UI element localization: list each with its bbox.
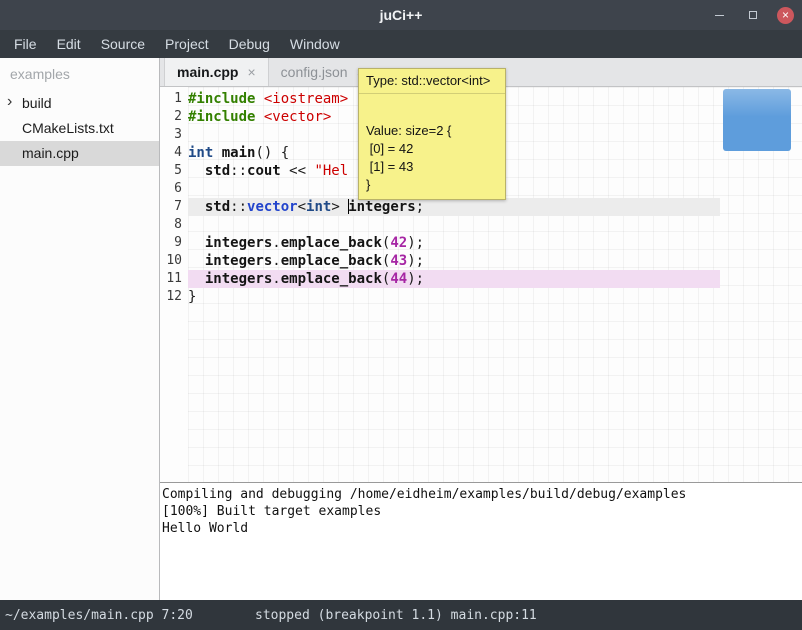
titlebar: juCi++ × <box>0 0 802 30</box>
tab-label: config.json <box>281 64 348 80</box>
close-button[interactable]: × <box>777 7 794 24</box>
line-number: 8 <box>160 216 188 234</box>
tab-main.cpp[interactable]: main.cpp × <box>164 58 269 86</box>
tree-item-label: CMakeLists.txt <box>22 120 114 136</box>
tree-item-build[interactable]: › build <box>0 91 159 116</box>
line-number: 1 <box>160 90 188 108</box>
code-text: integers.emplace_back(44); <box>188 270 720 288</box>
app-window: juCi++ × FileEditSourceProjectDebugWindo… <box>0 0 802 630</box>
code-text <box>188 216 720 234</box>
expander-icon[interactable]: › <box>7 93 12 111</box>
editor-line-8[interactable]: 8 <box>160 216 720 234</box>
close-icon: × <box>782 9 789 21</box>
terminal-line: Hello World <box>162 520 800 537</box>
tooltip-value-line: [0] = 42 <box>366 140 498 158</box>
menu-debug[interactable]: Debug <box>219 31 280 57</box>
menubar: FileEditSourceProjectDebugWindow <box>0 30 802 58</box>
code-text: integers.emplace_back(43); <box>188 252 720 270</box>
tree-item-label: build <box>22 95 52 111</box>
tooltip-value-line: [1] = 43 <box>366 158 498 176</box>
line-number: 12 <box>160 288 188 306</box>
tree-item-main.cpp[interactable]: main.cpp <box>0 141 159 166</box>
status-file-location: ~/examples/main.cpp 7:20 <box>0 608 193 623</box>
sidebar: examples › build CMakeLists.txt main.cpp <box>0 58 160 600</box>
tooltip-type-text: Type: std::vector<int> <box>359 69 505 94</box>
status-debug-state: stopped (breakpoint 1.1) main.cpp:11 <box>255 608 537 623</box>
minimize-icon <box>715 15 724 16</box>
menu-file[interactable]: File <box>4 31 47 57</box>
line-number: 7 <box>160 198 188 216</box>
editor-pane: main.cpp×config.json× 1#include <iostrea… <box>160 58 802 600</box>
line-number: 4 <box>160 144 188 162</box>
editor-line-9[interactable]: 9 integers.emplace_back(42); <box>160 234 720 252</box>
tree-item-label: main.cpp <box>22 145 79 161</box>
tab-close-icon[interactable]: × <box>247 64 255 80</box>
editor-line-12[interactable]: 12} <box>160 288 720 306</box>
menu-project[interactable]: Project <box>155 31 219 57</box>
menu-window[interactable]: Window <box>280 31 350 57</box>
window-title: juCi++ <box>0 7 802 23</box>
sidebar-header: examples <box>0 58 159 91</box>
code-text: integers.emplace_back(42); <box>188 234 720 252</box>
editor-line-11[interactable]: 11 integers.emplace_back(44); <box>160 270 720 288</box>
maximize-icon <box>749 11 757 19</box>
terminal-line: [100%] Built target examples <box>162 503 800 520</box>
file-tree: › build CMakeLists.txt main.cpp <box>0 91 159 166</box>
tooltip-value-line: Value: size=2 { <box>366 122 498 140</box>
tooltip-value: Value: size=2 { [0] = 42 [1] = 43} <box>359 94 505 199</box>
line-number: 6 <box>160 180 188 198</box>
main-area: examples › build CMakeLists.txt main.cpp ma… <box>0 58 802 600</box>
window-controls: × <box>711 0 794 30</box>
minimize-button[interactable] <box>711 7 728 24</box>
tree-item-CMakeLists.txt[interactable]: CMakeLists.txt <box>0 116 159 141</box>
line-number: 2 <box>160 108 188 126</box>
tab-label: main.cpp <box>177 64 238 80</box>
line-number: 11 <box>160 270 188 288</box>
maximize-button[interactable] <box>744 7 761 24</box>
code-text: std::vector<int> integers; <box>188 198 720 216</box>
tooltip-value-line: } <box>366 176 498 194</box>
scrollbar-thumb[interactable] <box>723 89 791 151</box>
editor-line-10[interactable]: 10 integers.emplace_back(43); <box>160 252 720 270</box>
line-number: 5 <box>160 162 188 180</box>
menu-edit[interactable]: Edit <box>47 31 91 57</box>
code-text: } <box>188 288 720 306</box>
statusbar: ~/examples/main.cpp 7:20 stopped (breakp… <box>0 600 802 630</box>
line-number: 9 <box>160 234 188 252</box>
terminal-line: Compiling and debugging /home/eidheim/ex… <box>162 486 800 503</box>
editor-line-7[interactable]: 7 std::vector<int> integers; <box>160 198 720 216</box>
debug-tooltip: Type: std::vector<int> Value: size=2 { [… <box>358 68 506 200</box>
menu-source[interactable]: Source <box>91 31 155 57</box>
line-number: 10 <box>160 252 188 270</box>
line-number: 3 <box>160 126 188 144</box>
terminal-output[interactable]: Compiling and debugging /home/eidheim/ex… <box>160 482 802 600</box>
